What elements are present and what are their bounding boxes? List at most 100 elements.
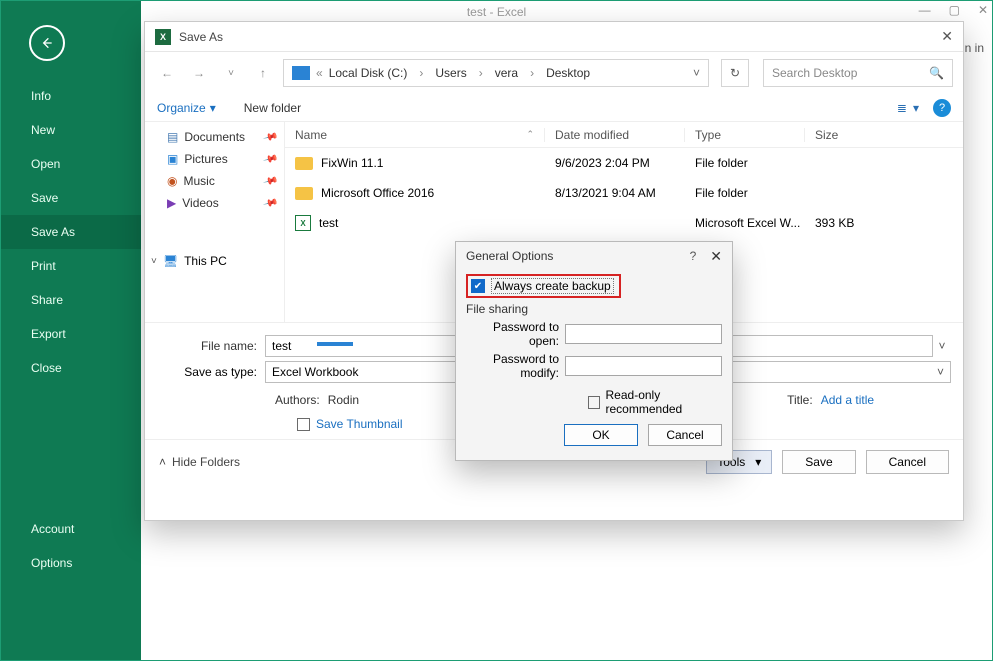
save-dialog-titlebar: X Save As ✕ xyxy=(145,22,963,52)
password-modify-input[interactable] xyxy=(565,356,722,376)
close-icon[interactable]: ✕ xyxy=(710,248,722,265)
crumb-desktop[interactable]: Desktop xyxy=(544,66,592,80)
col-size[interactable]: Size xyxy=(805,128,885,142)
videos-icon: ▶ xyxy=(167,196,176,210)
crumb-vera[interactable]: vera xyxy=(493,66,520,80)
go-body: ✔ Always create backup File sharing Pass… xyxy=(456,270,732,460)
nav-back-icon[interactable]: ← xyxy=(155,61,179,85)
col-type[interactable]: Type xyxy=(685,128,805,142)
nav-row: ← → ˅ ↑ « Local Disk (C:) › Users › vera… xyxy=(145,52,963,94)
bs-open[interactable]: Open xyxy=(1,147,141,181)
window-controls: — ▢ ✕ xyxy=(919,3,988,17)
crumb-drive[interactable]: Local Disk (C:) xyxy=(327,66,410,80)
app-title: test - Excel xyxy=(467,5,526,19)
new-folder-button[interactable]: New folder xyxy=(244,101,301,115)
save-dialog-close-icon[interactable]: ✕ xyxy=(941,28,953,45)
go-cancel-button[interactable]: Cancel xyxy=(648,424,722,446)
tree-videos[interactable]: ▶Videos📌 xyxy=(165,192,284,214)
back-button[interactable] xyxy=(29,25,65,61)
organize-menu[interactable]: Organize ▾ xyxy=(157,101,216,115)
chevron-down-icon: ˅ xyxy=(937,365,944,379)
col-name[interactable]: Name⌃ xyxy=(285,128,545,142)
nav-forward-icon[interactable]: → xyxy=(187,61,211,85)
tree-pictures[interactable]: ▣Pictures📌 xyxy=(165,148,284,170)
cancel-button[interactable]: Cancel xyxy=(866,450,949,474)
refresh-button[interactable]: ↻ xyxy=(721,59,749,87)
folder-icon xyxy=(295,187,313,200)
password-open-label: Password to open: xyxy=(466,320,565,348)
bs-share[interactable]: Share xyxy=(1,283,141,317)
file-row[interactable]: FixWin 11.1 9/6/2023 2:04 PM File folder xyxy=(285,148,963,178)
pictures-icon: ▣ xyxy=(167,152,178,166)
tree-documents[interactable]: ▤Documents📌 xyxy=(165,126,284,148)
checkbox-checked-icon[interactable]: ✔ xyxy=(471,279,485,293)
address-dropdown-icon[interactable]: ˅ xyxy=(693,66,700,80)
nav-recent-icon[interactable]: ˅ xyxy=(219,61,243,85)
always-create-backup-row[interactable]: ✔ Always create backup xyxy=(466,274,621,298)
go-titlebar: General Options ? ✕ xyxy=(456,242,732,270)
save-thumbnail-label: Save Thumbnail xyxy=(316,417,403,431)
pin-icon: 📌 xyxy=(262,195,278,211)
view-mode[interactable]: ≣ ▾ xyxy=(897,101,919,115)
bs-close[interactable]: Close xyxy=(1,351,141,385)
password-modify-row: Password to modify: xyxy=(466,352,722,380)
chevron-right-icon: › xyxy=(473,66,489,80)
save-thumbnail-checkbox[interactable] xyxy=(297,418,310,431)
read-only-checkbox[interactable] xyxy=(588,396,600,409)
backstage-sidebar: Info New Open Save Save As Print Share E… xyxy=(1,1,141,660)
pc-icon: 🖥 xyxy=(163,254,178,268)
bs-save-as[interactable]: Save As xyxy=(1,215,141,249)
col-date[interactable]: Date modified xyxy=(545,128,685,142)
back-arrow-icon xyxy=(39,35,55,51)
document-icon: ▤ xyxy=(167,130,178,144)
help-icon[interactable]: ? xyxy=(933,99,951,117)
sort-asc-icon: ⌃ xyxy=(526,129,534,140)
bs-info[interactable]: Info xyxy=(1,79,141,113)
pin-icon: 📌 xyxy=(262,173,278,189)
tree-music[interactable]: ◉Music📌 xyxy=(165,170,284,192)
password-open-input[interactable] xyxy=(565,324,722,344)
help-icon[interactable]: ? xyxy=(690,249,697,263)
minimize-icon[interactable]: — xyxy=(919,3,931,17)
chevron-down-icon: ▾ xyxy=(210,101,216,115)
chevron-down-icon: ˅ xyxy=(151,256,157,267)
bs-new[interactable]: New xyxy=(1,113,141,147)
drive-icon xyxy=(292,66,310,80)
go-buttons: OK Cancel xyxy=(466,422,722,450)
excel-window: test - Excel — ▢ ✕ n in Info New Open Sa… xyxy=(0,0,993,661)
chevron-down-icon[interactable]: ˅ xyxy=(933,339,951,353)
password-modify-label: Password to modify: xyxy=(466,352,565,380)
read-only-row[interactable]: Read-only recommended xyxy=(466,384,722,422)
ok-button[interactable]: OK xyxy=(564,424,638,446)
bs-export[interactable]: Export xyxy=(1,317,141,351)
search-box[interactable]: Search Desktop 🔍 xyxy=(763,59,953,87)
chevron-up-icon: ˄ xyxy=(159,455,166,469)
chevron-right-icon: › xyxy=(524,66,540,80)
file-row[interactable]: Microsoft Office 2016 8/13/2021 9:04 AM … xyxy=(285,178,963,208)
bs-print[interactable]: Print xyxy=(1,249,141,283)
hide-folders-toggle[interactable]: ˄Hide Folders xyxy=(159,455,240,469)
bs-account[interactable]: Account xyxy=(1,512,141,546)
folder-icon xyxy=(295,157,313,170)
bs-options[interactable]: Options xyxy=(1,546,141,580)
save-button[interactable]: Save xyxy=(782,450,855,474)
maximize-icon[interactable]: ▢ xyxy=(949,3,960,17)
search-placeholder: Search Desktop xyxy=(772,66,857,80)
organize-label: Organize xyxy=(157,101,206,115)
pin-icon: 📌 xyxy=(262,129,278,145)
always-create-backup-label: Always create backup xyxy=(491,278,614,294)
crumb-users[interactable]: Users xyxy=(433,66,468,80)
file-name-label: File name: xyxy=(157,339,265,353)
close-window-icon[interactable]: ✕ xyxy=(978,3,988,17)
title-value[interactable]: Add a title xyxy=(821,393,874,407)
dialog-toolbar: Organize ▾ New folder ≣ ▾ ? xyxy=(145,94,963,122)
tree-this-pc[interactable]: ˅ 🖥 This PC xyxy=(151,248,284,270)
bs-save[interactable]: Save xyxy=(1,181,141,215)
address-bar[interactable]: « Local Disk (C:) › Users › vera › Deskt… xyxy=(283,59,709,87)
nav-up-icon[interactable]: ↑ xyxy=(251,61,275,85)
save-type-label: Save as type: xyxy=(157,365,265,379)
excel-app-icon: X xyxy=(155,29,171,45)
authors-value[interactable]: Rodin xyxy=(328,393,359,407)
excel-file-icon: X xyxy=(295,215,311,231)
file-row[interactable]: Xtest Microsoft Excel W... 393 KB xyxy=(285,208,963,238)
